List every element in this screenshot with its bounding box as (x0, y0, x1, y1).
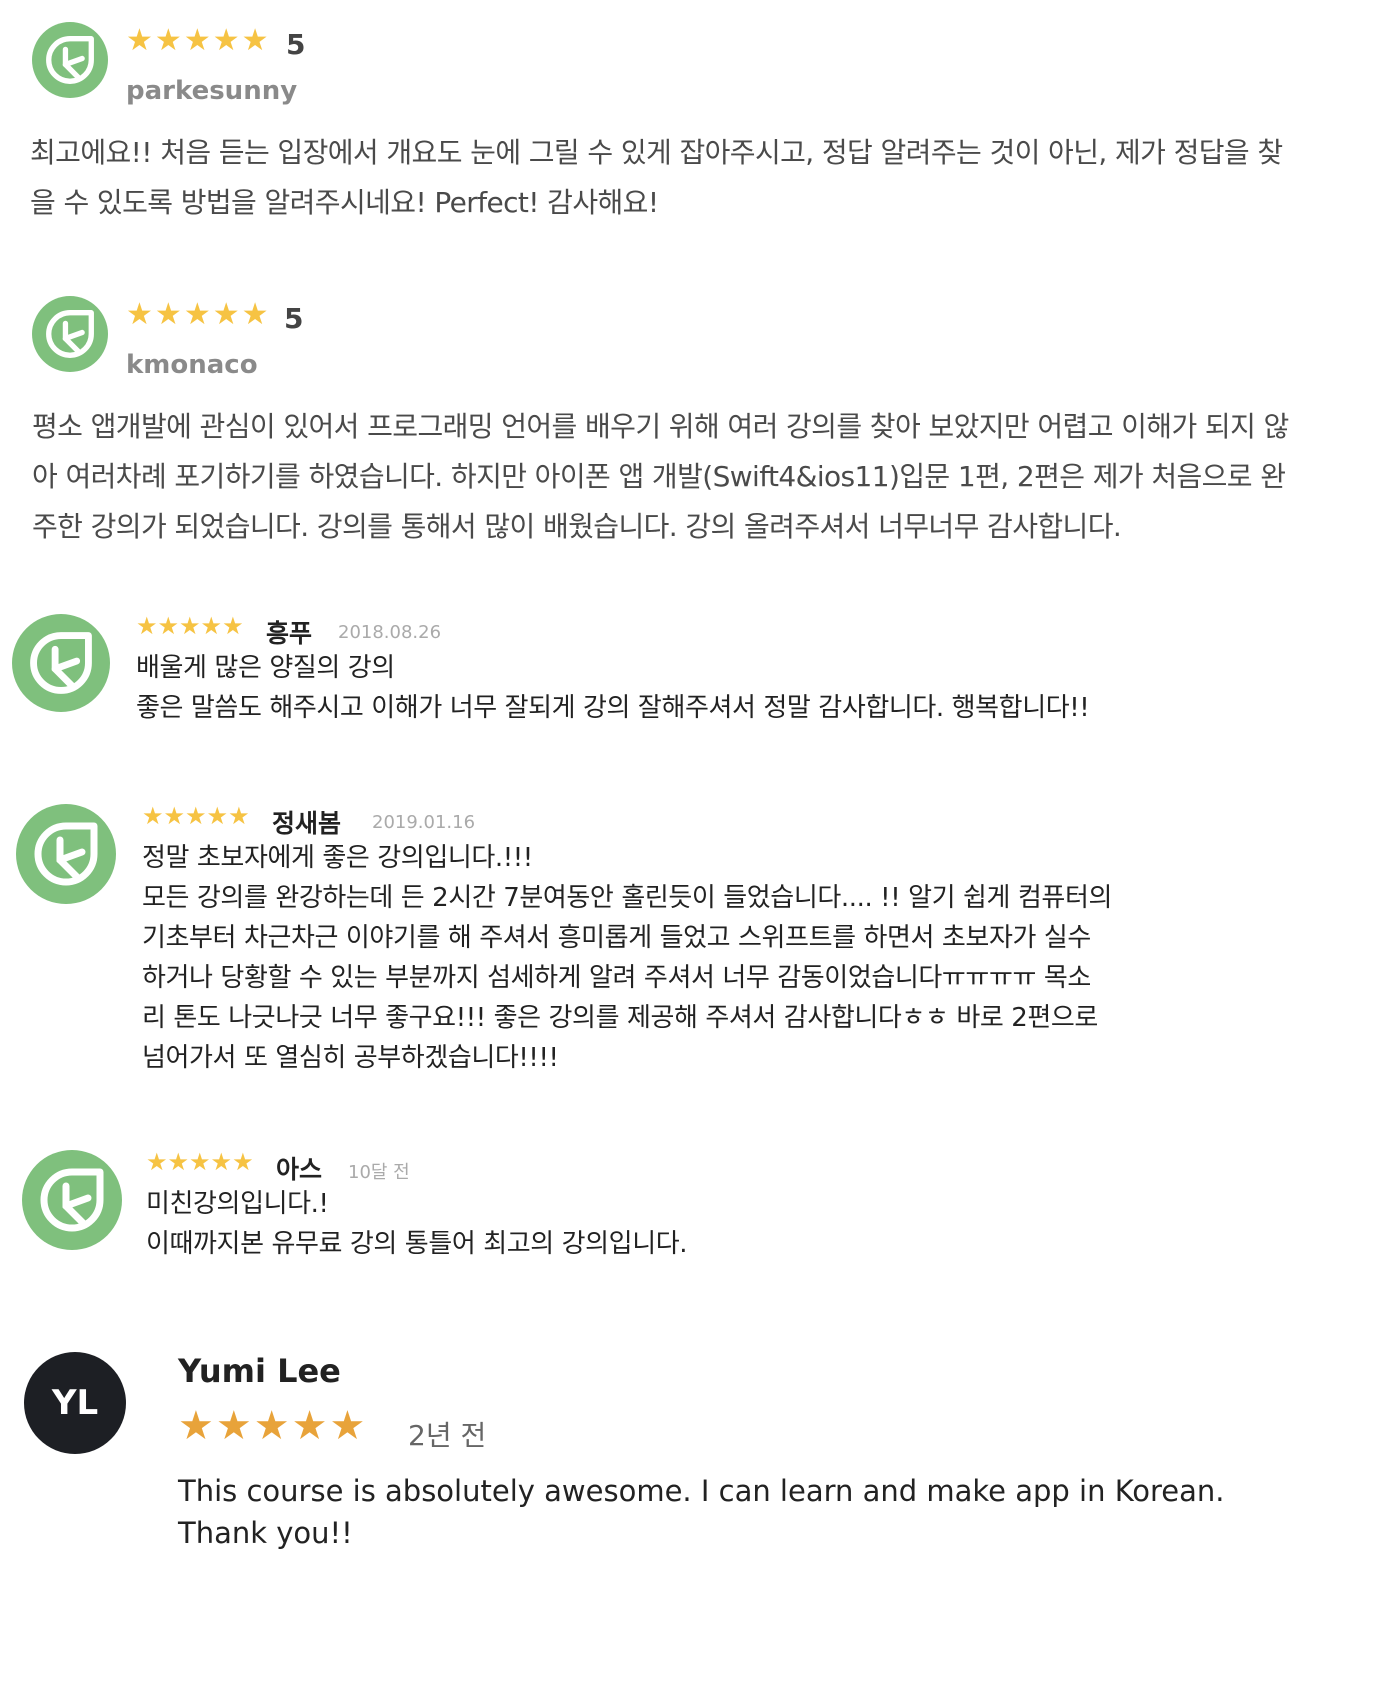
user-avatar (16, 804, 116, 904)
user-avatar: YL (24, 1352, 126, 1454)
user-avatar (32, 296, 108, 372)
star-rating: ★ ★ ★ ★ ★ (178, 1406, 365, 1446)
review-line: 배울게 많은 양질의 강의 (136, 653, 395, 683)
star-icon: ★ (200, 612, 223, 640)
star-icon: ★ (185, 802, 207, 830)
review-date: 2019.01.16 (372, 812, 476, 833)
star-icon: ★ (241, 23, 269, 58)
leaf-icon (46, 36, 94, 84)
star-icon: ★ (291, 1403, 328, 1449)
star-icon: ★ (222, 612, 244, 640)
review-date: 2년 전 (408, 1419, 487, 1452)
star-icon: ★ (189, 1148, 211, 1176)
star-rating: ★ ★ ★ ★ ★ (142, 804, 250, 828)
star-icon: ★ (212, 23, 240, 58)
user-avatar (32, 22, 108, 98)
review-line: 미친강의입니다.! (146, 1189, 329, 1219)
review-text: This course is absolutely awesome. I can… (178, 1474, 1225, 1550)
reviewer-name: 정새봄 (272, 809, 342, 838)
star-icon: ★ (210, 1148, 233, 1176)
star-icon: ★ (206, 802, 229, 830)
star-icon: ★ (241, 297, 269, 332)
star-icon: ★ (178, 1403, 214, 1449)
star-icon: ★ (136, 612, 158, 640)
star-icon: ★ (167, 1148, 190, 1176)
review-line: 넘어가서 또 열심히 공부하겠습니다!!!! (142, 1043, 559, 1073)
star-icon: ★ (215, 1403, 252, 1449)
user-avatar (12, 614, 110, 712)
review-text: 평소 앱개발에 관심이 있어서 프로그래밍 언어를 배우기 위해 여러 강의를 … (32, 410, 1289, 543)
reviewer-name: 흥푸 (266, 619, 313, 648)
star-rating: ★ ★ ★ ★ ★ (146, 1150, 254, 1174)
reviewer-name: 아스 (276, 1155, 323, 1184)
star-icon: ★ (232, 1148, 254, 1176)
review-line: 이때까지본 유무료 강의 통틀어 최고의 강의입니다. (146, 1229, 688, 1259)
star-icon: ★ (142, 802, 164, 830)
star-icon: ★ (154, 23, 182, 58)
star-icon: ★ (183, 23, 211, 58)
rating-value: 5 (286, 28, 306, 61)
review-text: 최고에요!! 처음 듣는 입장에서 개요도 눈에 그릴 수 있게 잡아주시고, … (30, 136, 1283, 219)
review-line: 하거나 당황할 수 있는 부분까지 섬세하게 알려 주셔서 너무 감동이었습니다… (142, 963, 1091, 993)
star-rating: ★ ★ ★ ★ ★ (136, 614, 244, 638)
leaf-icon (30, 632, 92, 694)
rating-value: 5 (284, 302, 304, 335)
review-date: 10달 전 (348, 1162, 410, 1183)
star-icon: ★ (228, 802, 250, 830)
star-icon: ★ (212, 297, 240, 332)
review-line: 정말 초보자에게 좋은 강의입니다.!!! (142, 843, 533, 873)
leaf-icon (46, 310, 94, 358)
star-icon: ★ (163, 802, 186, 830)
review-line: 기초부터 차근차근 이야기를 해 주셔서 흥미롭게 들었고 스위프트를 하면서 … (142, 923, 1091, 953)
user-avatar (22, 1150, 122, 1250)
star-icon: ★ (157, 612, 180, 640)
reviewer-name: kmonaco (126, 350, 258, 380)
review-line: 리 톤도 나긋나긋 너무 좋구요!!! 좋은 강의를 제공해 주셔서 감사합니다… (142, 1003, 1098, 1033)
star-rating: ★ ★ ★ ★ ★ (126, 26, 269, 56)
leaf-icon (34, 822, 98, 886)
review-date: 2018.08.26 (338, 622, 442, 643)
leaf-icon (40, 1168, 104, 1232)
star-icon: ★ (154, 297, 182, 332)
star-icon: ★ (253, 1403, 290, 1449)
star-icon: ★ (126, 23, 153, 58)
star-icon: ★ (146, 1148, 168, 1176)
star-icon: ★ (179, 612, 201, 640)
star-rating: ★ ★ ★ ★ ★ (126, 300, 269, 330)
star-icon: ★ (183, 297, 211, 332)
reviewer-name: Yumi Lee (178, 1352, 341, 1390)
review-line: 모든 강의를 완강하는데 든 2시간 7분여동안 홀린듯이 들었습니다.... … (142, 883, 1112, 913)
star-icon: ★ (126, 297, 153, 332)
review-line: 좋은 말씀도 해주시고 이해가 너무 잘되게 강의 잘해주셔서 정말 감사합니다… (136, 693, 1090, 723)
reviewer-name: parkesunny (126, 76, 298, 106)
star-icon: ★ (329, 1403, 366, 1449)
